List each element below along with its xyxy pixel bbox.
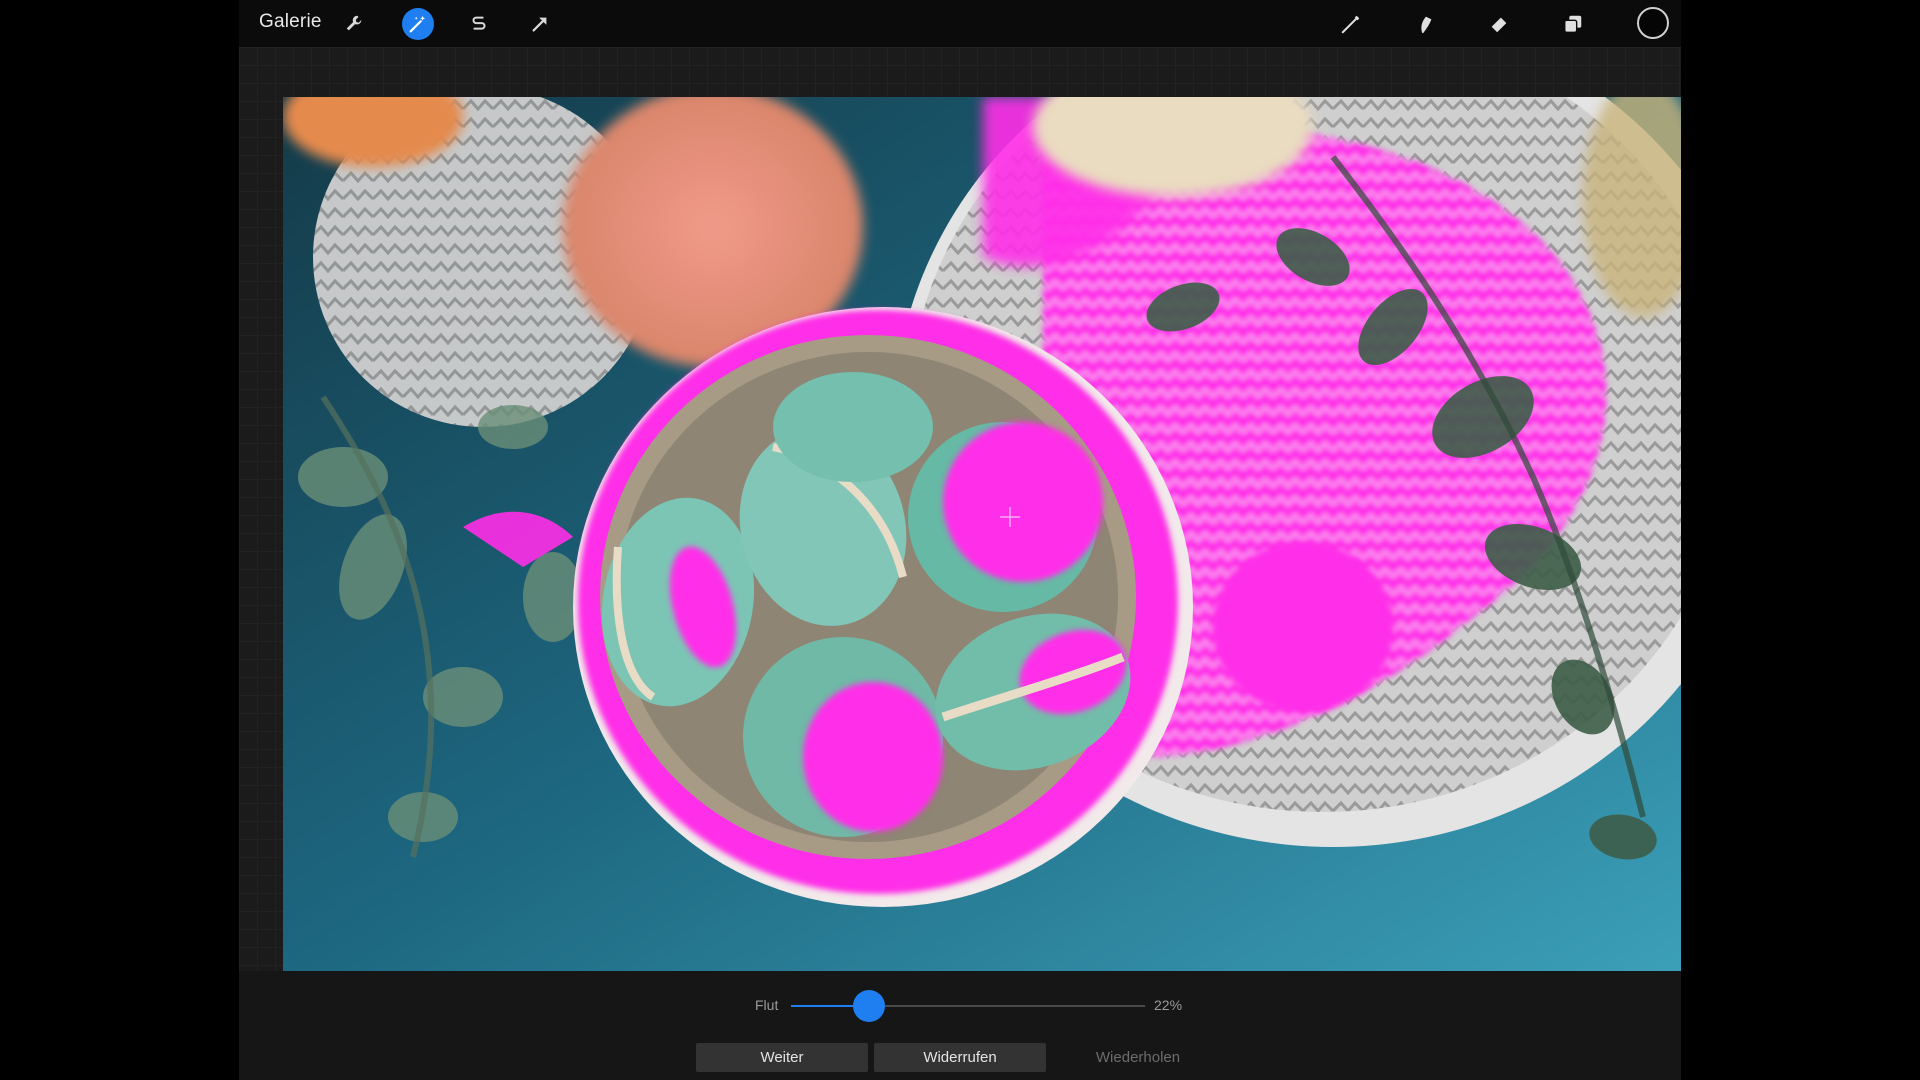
magic-wand-icon[interactable]: [402, 8, 434, 40]
layers-icon[interactable]: [1557, 8, 1589, 40]
arrow-icon[interactable]: [524, 8, 556, 40]
selection-options-bar: Flut 22% Weiter Widerrufen Wiederholen: [239, 971, 1681, 1080]
selection-s-icon[interactable]: [463, 8, 495, 40]
procreate-app: Galerie Flut 22% Weiter Widerrufen Wiede…: [239, 0, 1681, 1080]
smudge-icon[interactable]: [1409, 8, 1441, 40]
macaron-photo: [283, 97, 1681, 971]
top-toolbar: Galerie: [239, 0, 1681, 47]
flood-slider-thumb[interactable]: [852, 990, 885, 1022]
brush-icon[interactable]: [1335, 8, 1367, 40]
flood-slider[interactable]: [791, 990, 1145, 1022]
flood-label: Flut: [755, 997, 779, 1013]
continue-button[interactable]: Weiter: [696, 1043, 868, 1072]
wrench-icon[interactable]: [339, 8, 371, 40]
eraser-icon[interactable]: [1483, 8, 1515, 40]
photo-canvas[interactable]: [283, 97, 1681, 971]
gallery-button[interactable]: Galerie: [259, 11, 322, 33]
redo-button[interactable]: Wiederholen: [1052, 1043, 1224, 1072]
undo-button[interactable]: Widerrufen: [874, 1043, 1046, 1072]
color-picker-button[interactable]: [1637, 7, 1669, 39]
flood-value: 22%: [1154, 997, 1183, 1013]
canvas-workspace: [239, 47, 1681, 971]
